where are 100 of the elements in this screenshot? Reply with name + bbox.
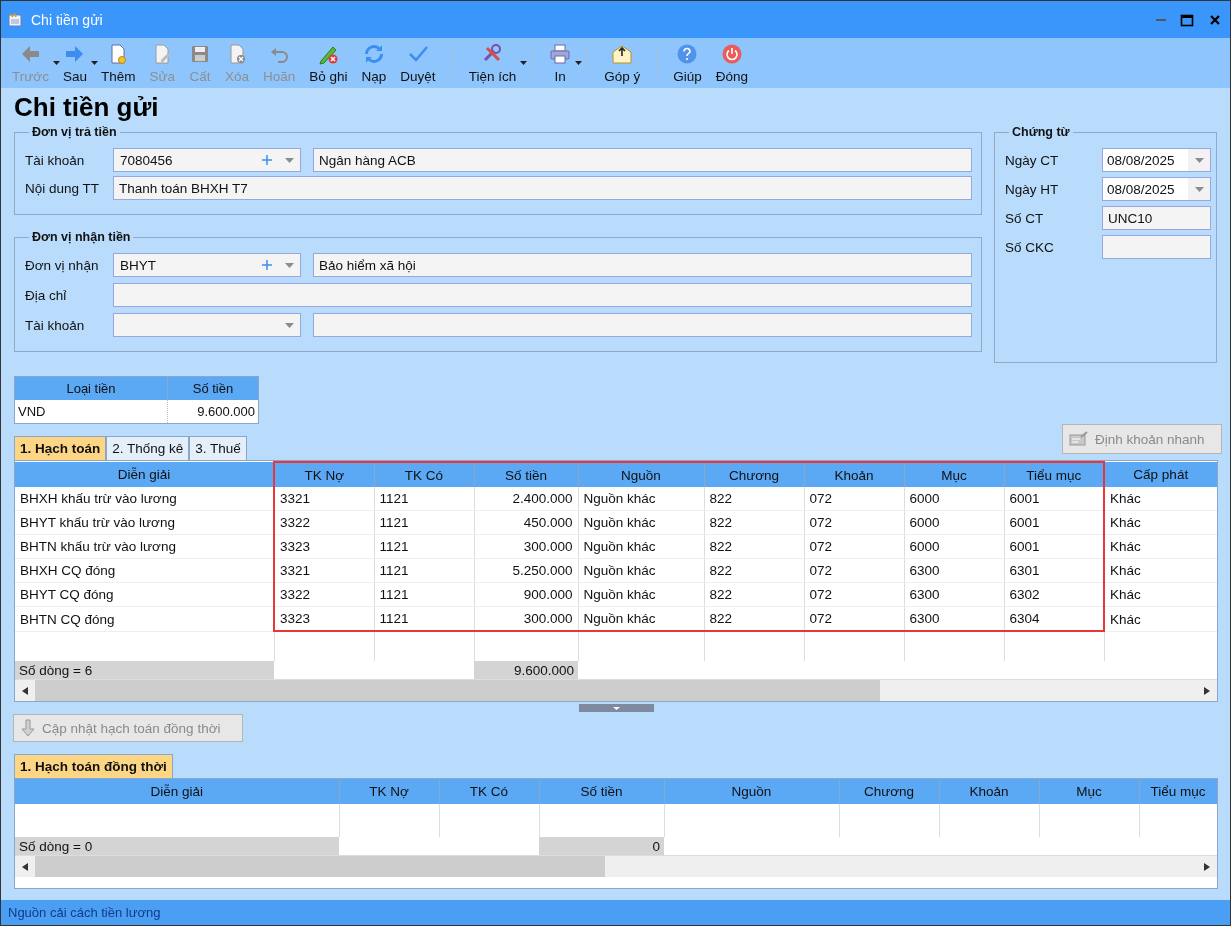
column-header[interactable]: Số tiền	[474, 462, 578, 488]
table-cell: VND	[14, 400, 168, 424]
column-header[interactable]: TK Nợ	[339, 779, 439, 805]
envelope-icon	[611, 43, 634, 66]
plus-icon	[262, 155, 272, 166]
date-picker[interactable]: 08/08/2025	[1102, 148, 1211, 173]
column-header[interactable]: TK Nợ	[274, 462, 374, 488]
column-header[interactable]: Nguồn	[578, 462, 704, 488]
table-cell: 300.000	[474, 534, 578, 559]
table-cell: 072	[804, 487, 904, 511]
field-label: Tài khoản	[25, 152, 86, 168]
field-label: Nội dung TT	[25, 180, 101, 196]
printer-icon	[549, 43, 572, 66]
table-cell: 072	[804, 582, 904, 607]
toolbar-button[interactable]: Đóng	[708, 38, 755, 89]
table-cell: Nguồn khác	[578, 558, 704, 583]
tab[interactable]: 2. Thống kê	[106, 436, 190, 461]
text-field[interactable]: Ngân hàng ACB	[313, 148, 972, 173]
scrollbar-thumb[interactable]	[35, 680, 880, 702]
tab[interactable]: 1. Hạch toán	[14, 436, 107, 461]
caret-icon	[1194, 157, 1204, 163]
column-header[interactable]: TK Có	[439, 779, 539, 805]
column-header[interactable]: Mục	[904, 462, 1004, 488]
table-cell: Khác	[1104, 582, 1217, 607]
scroll-right-icon	[1204, 862, 1210, 871]
column-header[interactable]: Cấp phát	[1104, 462, 1217, 488]
table-cell: Khác	[1104, 534, 1217, 559]
column-header[interactable]: Chương	[839, 779, 939, 805]
table-cell: Khác	[1104, 487, 1217, 511]
toolbar-button[interactable]: Tiện ích	[461, 38, 524, 89]
table-cell: 1121	[374, 510, 474, 535]
maximize-icon	[1180, 12, 1194, 27]
field-label: Số CKC	[1005, 239, 1055, 255]
table-cell: 3322	[274, 582, 374, 607]
close-icon	[1208, 12, 1222, 27]
table-cell: Nguồn khác	[578, 582, 704, 607]
table-cell: BHXH CQ đóng	[15, 558, 274, 583]
table-cell: BHTN khấu trừ vào lương	[15, 534, 274, 559]
toolbar-button[interactable]: Bỏ ghi	[302, 38, 355, 89]
column-header[interactable]: Tiểu mục	[1139, 779, 1217, 805]
table-cell: Nguồn khác	[578, 487, 704, 511]
minimize-icon	[1156, 18, 1166, 21]
table-cell: BHTN CQ đóng	[15, 606, 274, 632]
tab[interactable]: 1. Hạch toán đồng thời	[14, 754, 173, 779]
text-field[interactable]	[313, 313, 972, 338]
toolbar-button[interactable]: Thêm	[93, 38, 143, 89]
toolbar-button[interactable]: Nạp	[354, 38, 394, 89]
table-cell: 6001	[1004, 487, 1104, 511]
combo-box[interactable]	[113, 313, 301, 338]
field-label: Đơn vị nhận	[25, 257, 100, 273]
table-cell: 822	[704, 582, 804, 607]
table-cell: Nguồn khác	[578, 534, 704, 559]
scrollbar-thumb[interactable]	[35, 856, 605, 878]
horizontal-scrollbar[interactable]	[15, 679, 1217, 702]
plus-icon	[262, 260, 272, 271]
date-picker[interactable]: 08/08/2025	[1102, 177, 1211, 202]
combo-box[interactable]: BHYT	[113, 253, 301, 278]
toolbar-button[interactable]: Góp ý	[597, 38, 648, 89]
power-icon	[720, 43, 743, 66]
toolbar-button[interactable]: Giúp	[666, 38, 709, 89]
horizontal-scrollbar[interactable]	[15, 855, 1217, 878]
table-cell: 2.400.000	[474, 487, 578, 511]
column-header[interactable]: Nguồn	[664, 779, 839, 805]
form-title: Chi tiền gửi	[14, 92, 159, 123]
column-header[interactable]: TK Có	[374, 462, 474, 488]
column-header[interactable]: Diễn giải	[15, 779, 339, 805]
column-header[interactable]: Khoản	[939, 779, 1039, 805]
text-field[interactable]: Bảo hiểm xã hội	[313, 253, 972, 278]
toolbar-button[interactable]: Duyệt	[393, 38, 443, 89]
table-cell: 5.250.000	[474, 558, 578, 583]
table-cell: 822	[704, 558, 804, 583]
table-cell: 6300	[904, 558, 1004, 583]
text-field[interactable]	[113, 283, 972, 308]
column-header[interactable]: Khoản	[804, 462, 904, 488]
table-cell: 822	[704, 534, 804, 559]
group-title: Chứng từ	[1011, 125, 1071, 140]
combo-box[interactable]: 7080456	[113, 148, 301, 173]
tab[interactable]: 3. Thuế	[189, 436, 247, 461]
table-cell: Khác	[1104, 510, 1217, 535]
row-count: Số dòng = 6	[15, 661, 274, 680]
column-header[interactable]: Chương	[704, 462, 804, 488]
column-header: Số tiền	[167, 376, 259, 401]
toolbar-button[interactable]: In	[542, 38, 579, 89]
table-cell: Khác	[1104, 606, 1217, 632]
field-label: Ngày CT	[1005, 152, 1060, 168]
text-field[interactable]	[1102, 235, 1211, 260]
column-header[interactable]: Mục	[1039, 779, 1139, 805]
scroll-right-icon	[1204, 686, 1210, 695]
text-field[interactable]: UNC10	[1102, 206, 1211, 231]
column-header[interactable]: Diễn giải	[15, 462, 274, 488]
caret-icon	[520, 61, 528, 66]
field-label: Ngày HT	[1005, 181, 1060, 197]
field-label: Địa chỉ	[25, 287, 68, 303]
text-field[interactable]: Thanh toán BHXH T7	[113, 176, 972, 201]
document-pen-icon	[1069, 431, 1089, 448]
group-title: Đơn vị nhận tiền	[31, 230, 132, 245]
toolbar-button[interactable]: Sau	[55, 38, 94, 89]
table-cell: 1121	[374, 487, 474, 511]
column-header[interactable]: Số tiền	[539, 779, 664, 805]
column-header[interactable]: Tiểu mục	[1004, 462, 1104, 488]
